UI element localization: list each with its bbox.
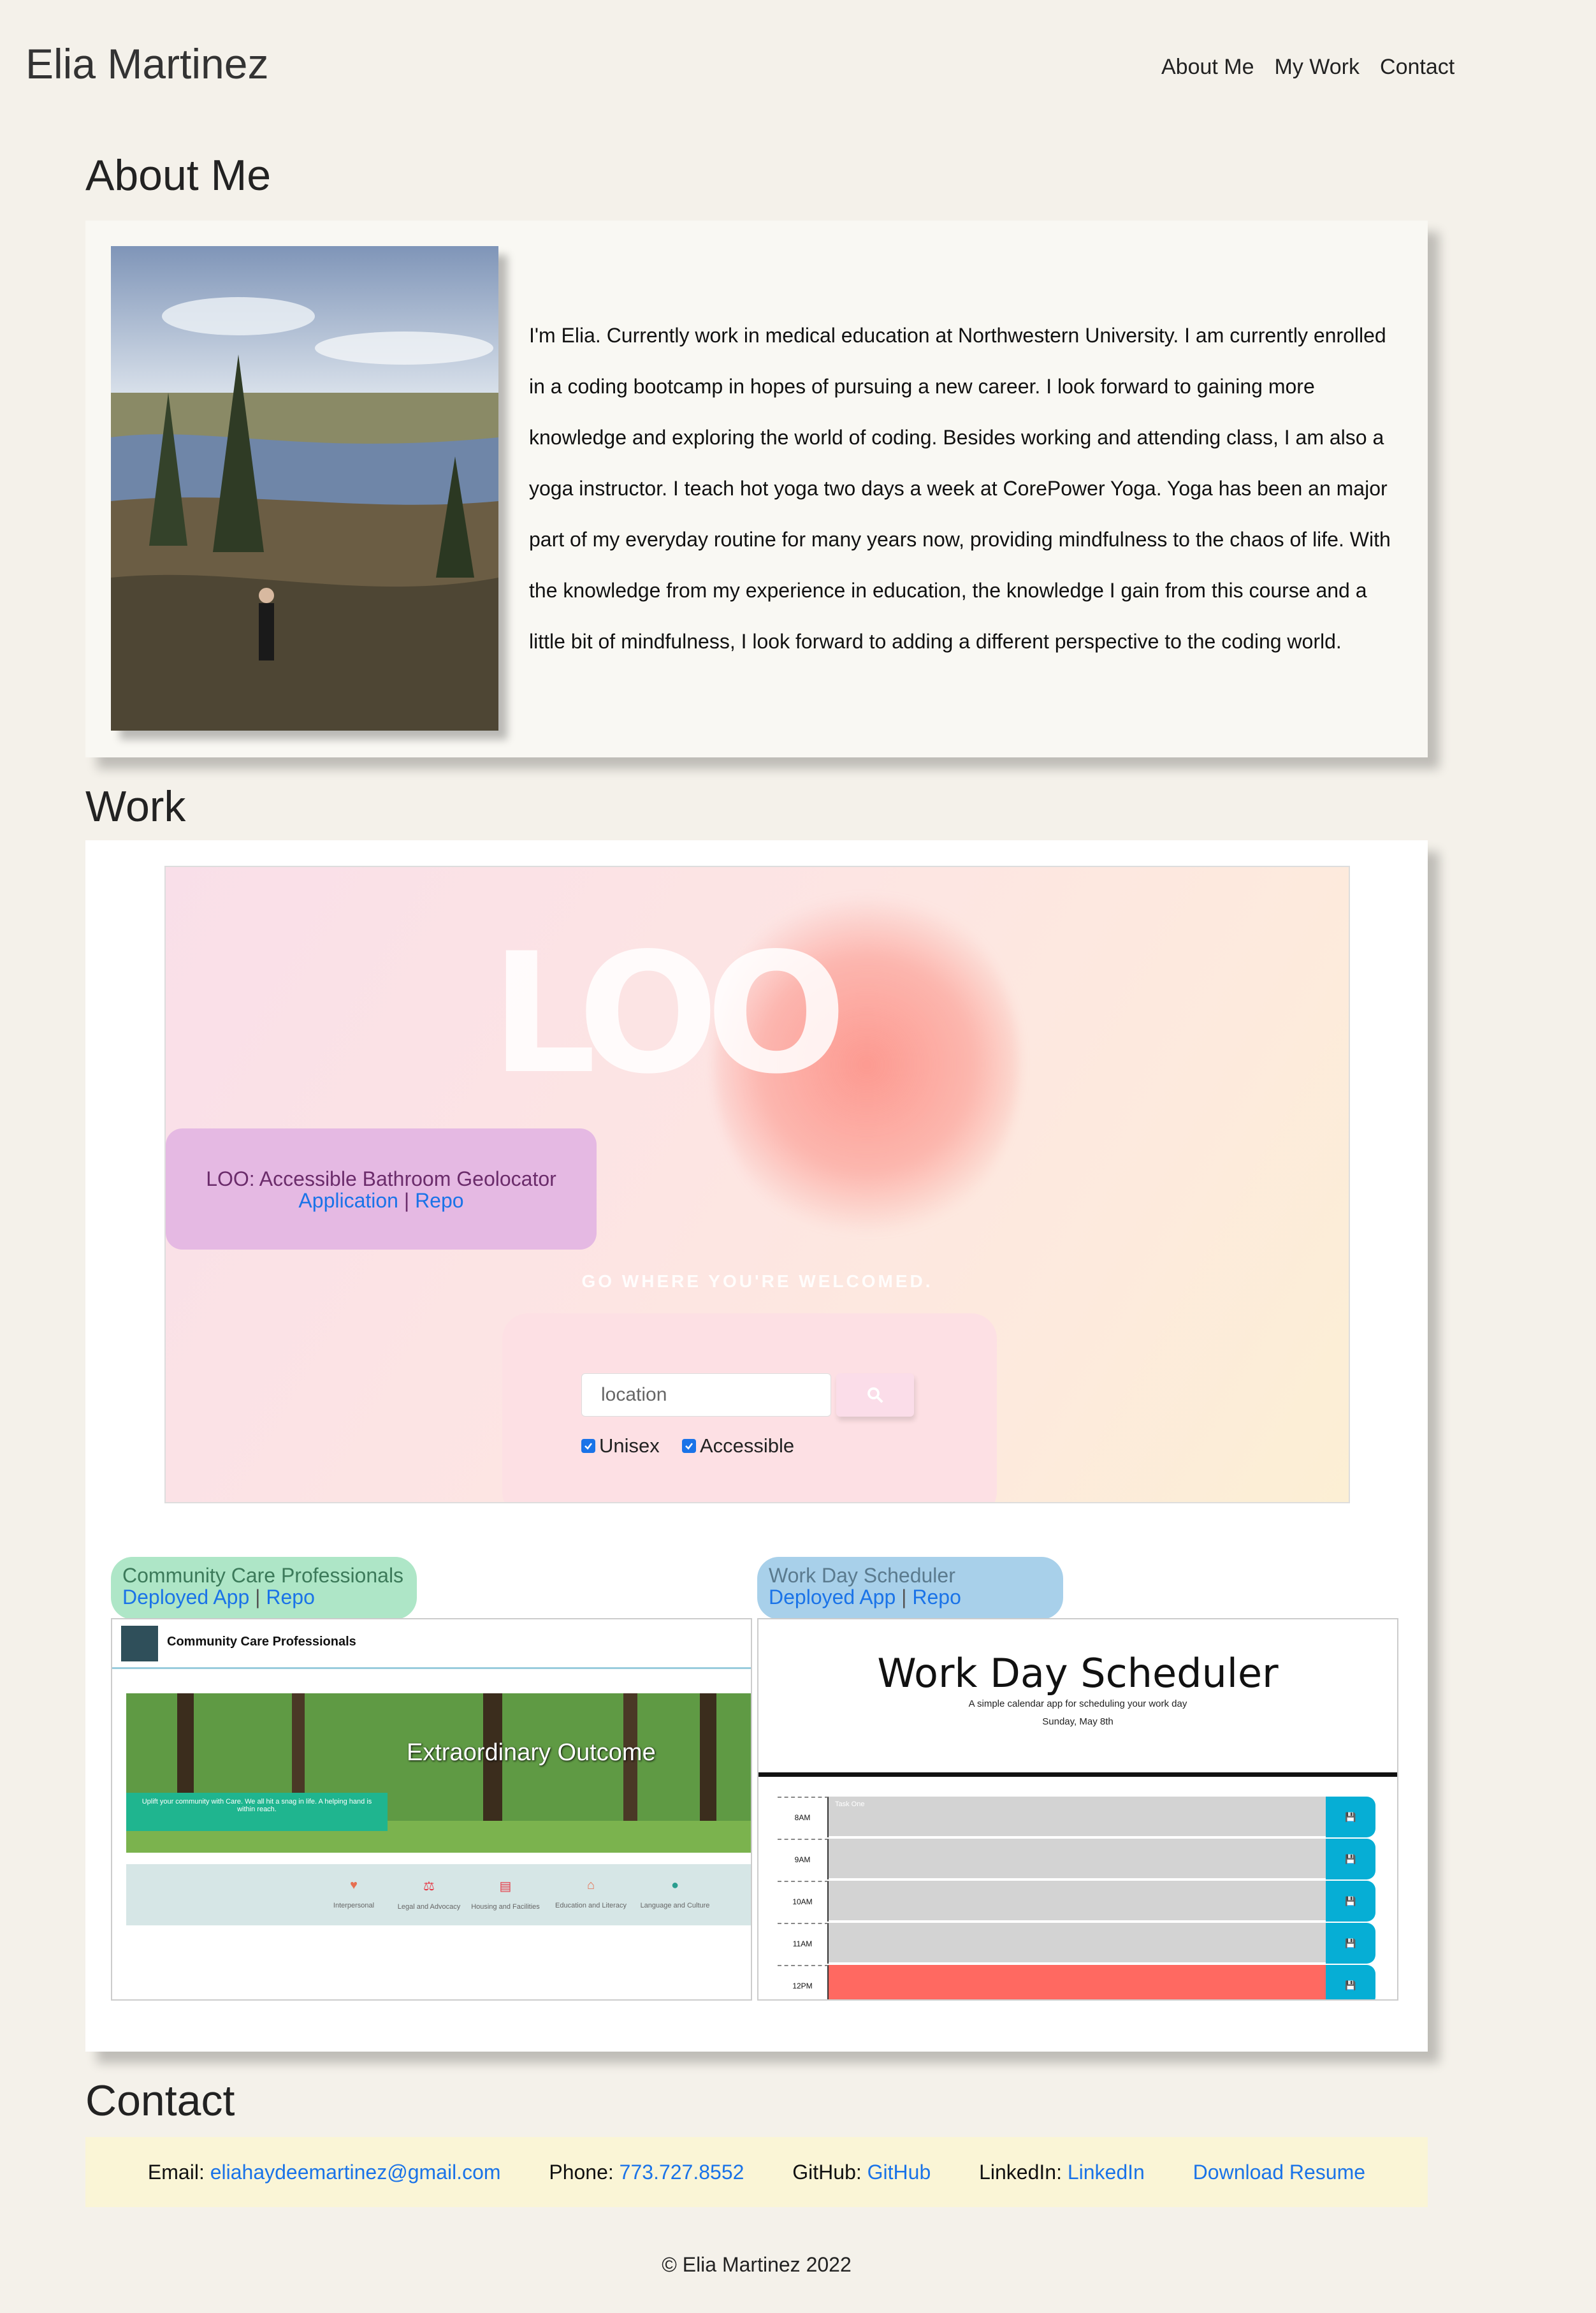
about-heading: About Me (85, 151, 272, 200)
time-block: 12PM 💾 (778, 1965, 1375, 1999)
contact-linkedin: LinkedIn: LinkedIn (979, 2161, 1145, 2184)
time-block: 8AM Task One 💾 (778, 1797, 1375, 1837)
work-heading: Work (85, 782, 186, 831)
scheduler-repo-link[interactable]: Repo (912, 1586, 961, 1609)
save-icon: 💾 (1345, 1853, 1356, 1864)
ccp-repo-link[interactable]: Repo (266, 1586, 315, 1609)
search-button[interactable] (836, 1373, 914, 1417)
ccp-hero-title: Extraordinary Outcome (407, 1739, 656, 1766)
scheduler-project-caption: Work Day Scheduler Deployed App | Repo (757, 1557, 1063, 1619)
email-link[interactable]: eliahaydeemartinez@gmail.com (210, 2161, 501, 2184)
save-button: 💾 (1326, 1839, 1375, 1879)
accessible-label: Accessible (700, 1434, 795, 1457)
scheduler-divider (758, 1772, 1397, 1777)
ccp-category-education: ⌂ Education and Literacy (555, 1878, 627, 1909)
task-text (829, 1923, 1326, 1964)
download-resume-link[interactable]: Download Resume (1193, 2161, 1365, 2184)
hour-label: 8AM (778, 1797, 829, 1837)
about-card: I'm Elia. Currently work in medical educ… (85, 221, 1428, 757)
profile-photo (111, 246, 498, 731)
nav-about-me[interactable]: About Me (1161, 55, 1254, 80)
github-label: GitHub: (792, 2160, 862, 2184)
accessible-checkbox[interactable]: Accessible (682, 1434, 794, 1457)
save-icon: 💾 (1345, 1937, 1356, 1948)
link-separator: | (255, 1586, 261, 1609)
scheduler-mock-title: Work Day Scheduler (877, 1650, 1279, 1696)
linkedin-link[interactable]: LinkedIn (1068, 2161, 1145, 2184)
time-block: 9AM 💾 (778, 1839, 1375, 1879)
ccp-deployed-link[interactable]: Deployed App (122, 1586, 249, 1609)
scheduler-mock-date: Sunday, May 8th (1042, 1716, 1114, 1727)
loo-project-title: LOO: Accessible Bathroom Geolocator (206, 1167, 556, 1190)
ccp-category-language: ● Language and Culture (640, 1878, 710, 1909)
save-icon: 💾 (1345, 1811, 1356, 1822)
github-link[interactable]: GitHub (867, 2161, 931, 2184)
loo-logo: LOO (491, 918, 846, 1111)
contact-heading: Contact (85, 2076, 235, 2125)
location-input[interactable]: location (581, 1373, 831, 1417)
save-button: 💾 (1326, 1797, 1375, 1837)
ccp-hero-text: Uplift your community with Care. We all … (126, 1793, 388, 1831)
contact-phone: Phone: 773.727.8552 (549, 2161, 744, 2184)
save-button: 💾 (1326, 1965, 1375, 1999)
task-text: Task One (829, 1797, 1326, 1837)
scheduler-project-title: Work Day Scheduler (769, 1564, 955, 1587)
linkedin-label: LinkedIn: (979, 2160, 1062, 2184)
site-title: Elia Martinez (25, 40, 269, 87)
work-card: LOO LOO: Accessible Bathroom Geolocator … (85, 840, 1428, 2052)
save-icon: 💾 (1345, 1895, 1356, 1906)
contact-email: Email: eliahaydeemartinez@gmail.com (148, 2161, 501, 2184)
unisex-checkbox[interactable]: Unisex (581, 1434, 660, 1457)
save-button: 💾 (1326, 1881, 1375, 1922)
checkbox-checked-icon (581, 1439, 595, 1453)
loo-repo-link[interactable]: Repo (415, 1189, 464, 1212)
contact-bar: Email: eliahaydeemartinez@gmail.com Phon… (85, 2137, 1428, 2207)
main-nav: About Me My Work Contact (1161, 55, 1455, 80)
ccp-category-interpersonal: ♥ Interpersonal (333, 1878, 375, 1909)
scheduler-mock-subtitle: A simple calendar app for scheduling you… (968, 1698, 1187, 1709)
ccp-project-screenshot: Community Care Professionals Extraordina… (111, 1618, 752, 2001)
task-text (829, 1881, 1326, 1922)
nav-my-work[interactable]: My Work (1275, 55, 1360, 80)
loo-project-caption: LOO: Accessible Bathroom Geolocator Appl… (166, 1128, 597, 1250)
save-button: 💾 (1326, 1923, 1375, 1964)
hour-label: 9AM (778, 1839, 829, 1879)
loo-tagline: GO WHERE YOU'RE WELCOMED. (581, 1271, 933, 1291)
save-icon: 💾 (1345, 1980, 1356, 1990)
link-separator: | (403, 1189, 410, 1212)
ccp-category-legal: ⚖ Legal and Advocacy (397, 1879, 461, 1911)
contact-github: GitHub: GitHub (792, 2161, 931, 2184)
unisex-label: Unisex (599, 1434, 660, 1457)
hour-label: 11AM (778, 1923, 829, 1964)
hour-label: 10AM (778, 1881, 829, 1922)
ccp-category-band: ♥ Interpersonal ⚖ Legal and Advocacy ▤ Hous… (126, 1864, 751, 1925)
hour-label: 12PM (778, 1965, 829, 1999)
ccp-mock-header: Community Care Professionals (112, 1619, 751, 1669)
email-label: Email: (147, 2160, 205, 2184)
ccp-project-caption: Community Care Professionals Deployed Ap… (111, 1557, 417, 1619)
task-text (829, 1839, 1326, 1879)
loo-project-screenshot: LOO LOO: Accessible Bathroom Geolocator … (164, 866, 1350, 1503)
checkbox-checked-icon (682, 1439, 696, 1453)
time-block: 10AM 💾 (778, 1881, 1375, 1922)
time-block: 11AM 💾 (778, 1923, 1375, 1964)
about-text: I'm Elia. Currently work in medical educ… (529, 324, 1391, 653)
nav-contact[interactable]: Contact (1380, 55, 1455, 80)
ccp-mock-name: Community Care Professionals (167, 1635, 356, 1649)
loo-application-link[interactable]: Application (298, 1189, 398, 1212)
ccp-hero-image: Extraordinary Outcome Uplift your commun… (126, 1693, 751, 1853)
scheduler-deployed-link[interactable]: Deployed App (769, 1586, 896, 1609)
search-icon (867, 1387, 883, 1403)
scheduler-project-screenshot: Work Day Scheduler A simple calendar app… (757, 1618, 1398, 2001)
link-separator: | (901, 1586, 907, 1609)
phone-label: Phone: (549, 2160, 614, 2184)
phone-link[interactable]: 773.727.8552 (620, 2161, 744, 2184)
task-text (829, 1965, 1326, 1999)
ccp-logo-icon (121, 1626, 158, 1661)
ccp-category-housing: ▤ Housing and Facilities (471, 1879, 540, 1911)
footer-copyright: © Elia Martinez 2022 (662, 2253, 852, 2276)
ccp-project-title: Community Care Professionals (122, 1564, 404, 1587)
